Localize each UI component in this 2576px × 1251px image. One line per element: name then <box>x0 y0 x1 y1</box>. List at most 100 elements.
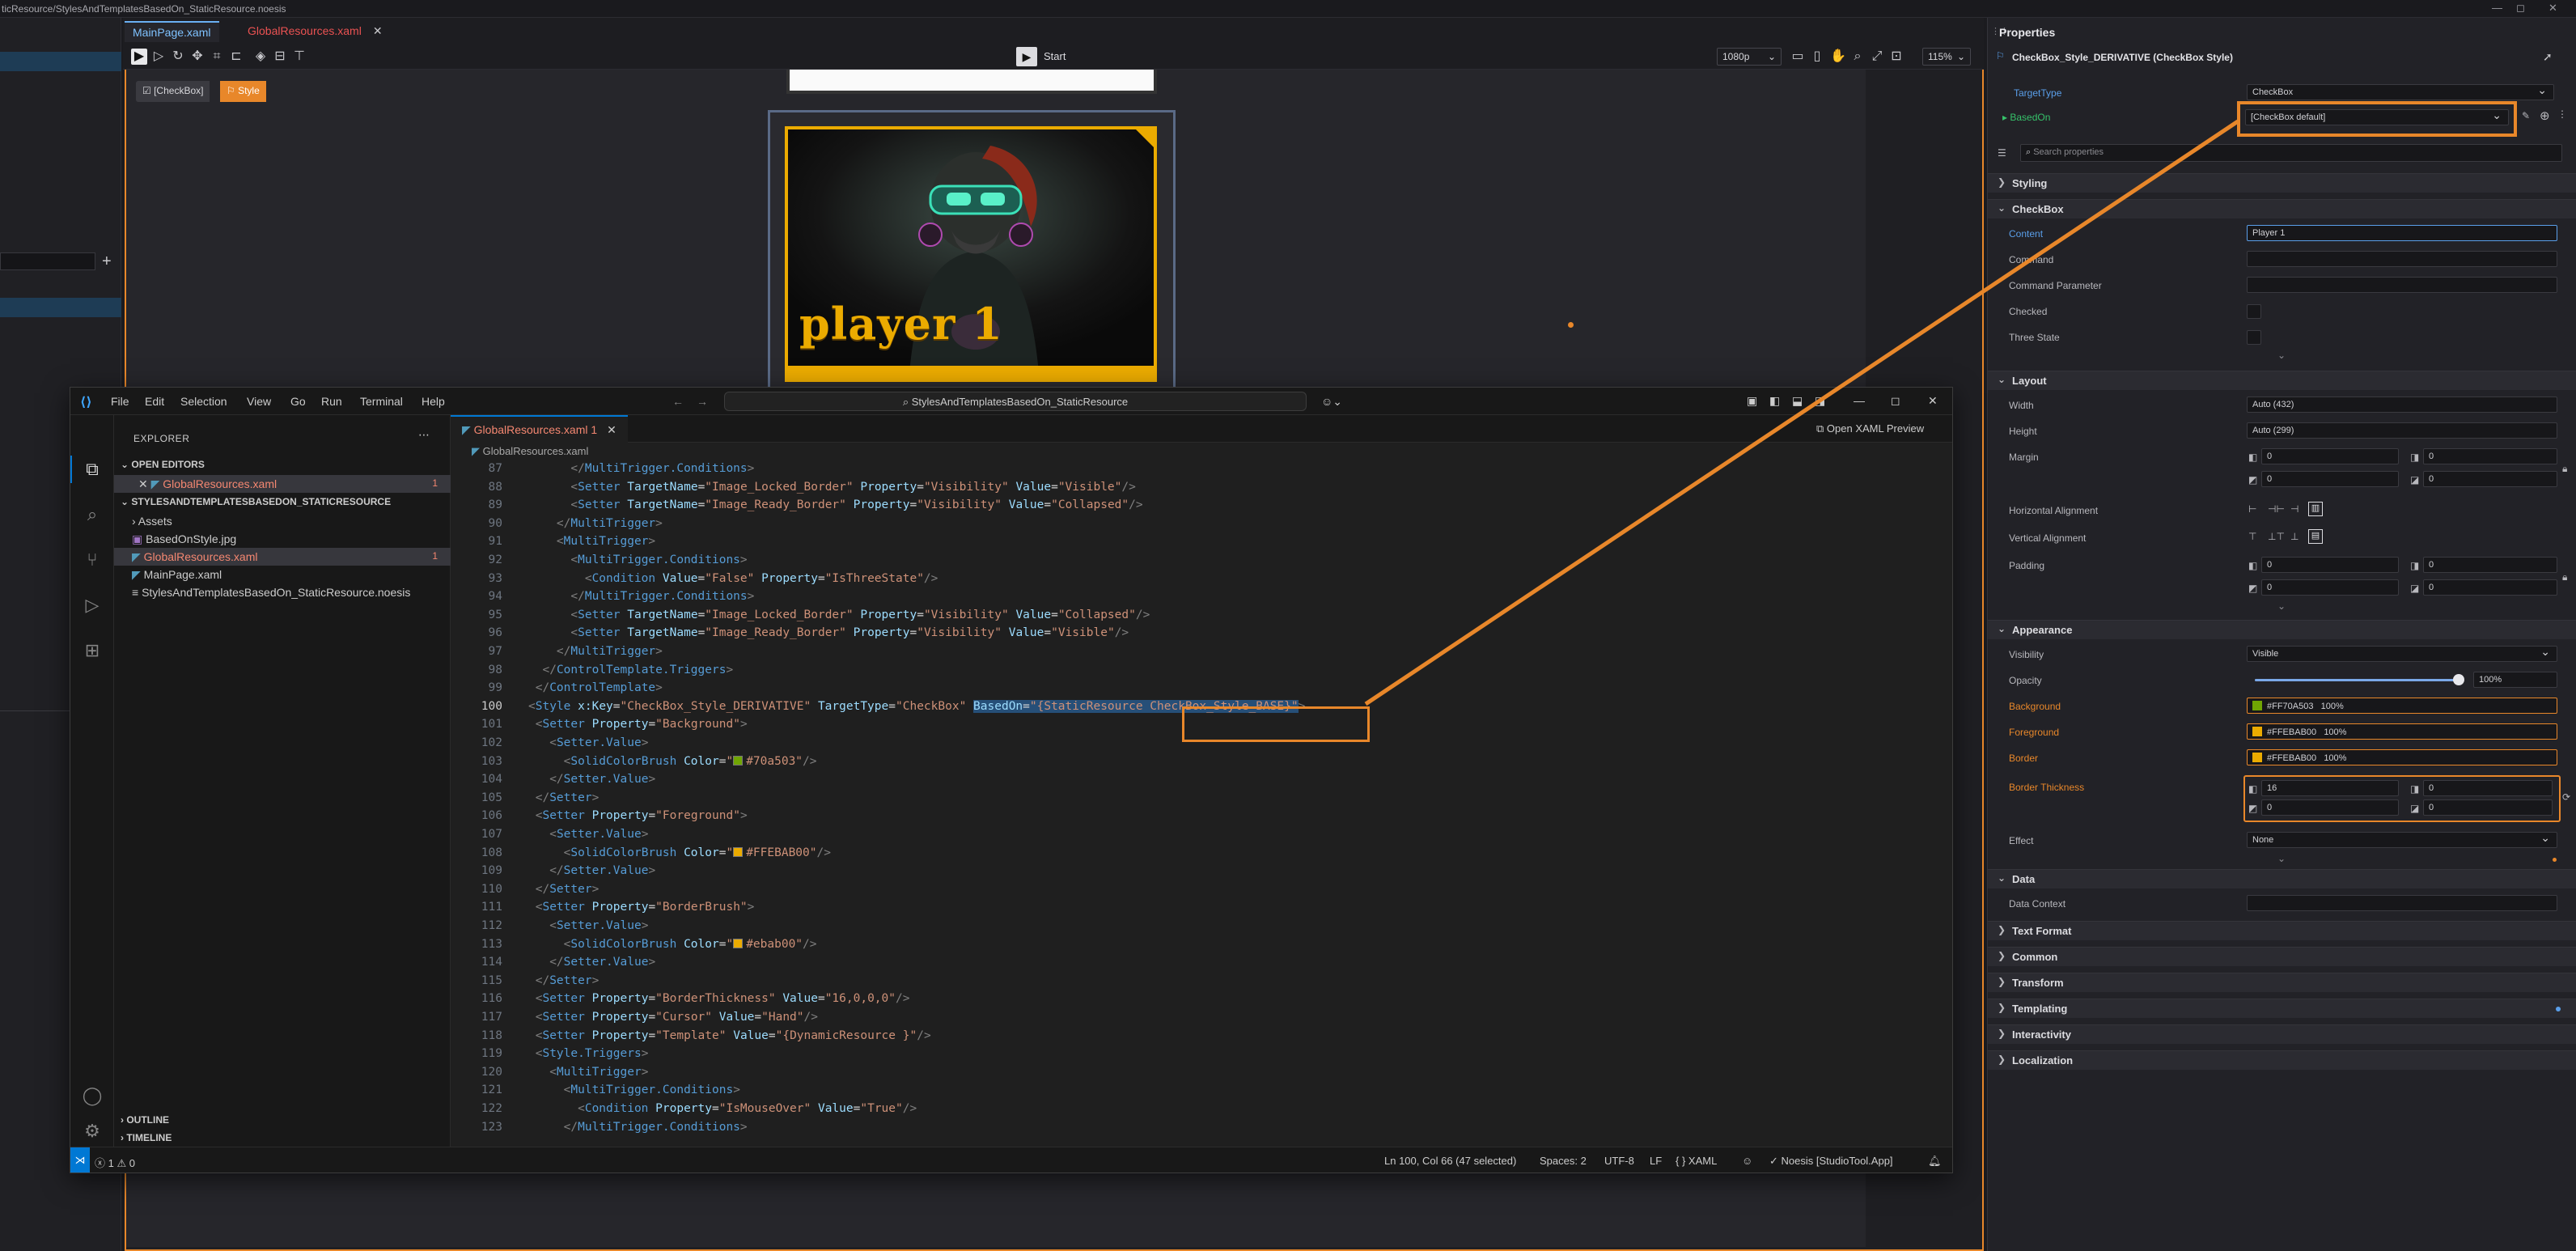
align-bottom-icon[interactable]: ⊥ <box>2290 531 2298 542</box>
code-line[interactable]: <Condition Property="IsMouseOver" Value=… <box>528 1102 917 1115</box>
margin-left-input[interactable]: 0 <box>2261 448 2399 464</box>
encoding[interactable]: UTF-8 <box>1604 1155 1634 1167</box>
maximize-icon[interactable]: ◻ <box>2516 2 2525 15</box>
link-icon[interactable]: ⟳ <box>2562 791 2570 803</box>
code-line[interactable]: <SolidColorBrush Color=" #70a503"/> <box>528 755 817 768</box>
padding-right-input[interactable]: 0 <box>2261 579 2399 596</box>
source-control-icon[interactable]: ⑂ <box>82 549 103 570</box>
code-line[interactable]: </Setter> <box>528 883 600 896</box>
minimize-icon[interactable]: — <box>1854 394 1865 407</box>
code-editor[interactable]: 87 </MultiTrigger.Conditions> 88 <Setter … <box>451 460 1952 1147</box>
code-line[interactable]: <Setter Property="BorderBrush"> <box>528 901 755 914</box>
section-styling[interactable]: ❯ Styling <box>1988 173 2576 193</box>
align-left-icon[interactable]: ⊢ <box>2248 503 2256 515</box>
opacity-slider-track[interactable] <box>2255 679 2459 681</box>
visibility-select[interactable]: Visible <box>2247 646 2557 662</box>
indentation[interactable]: Spaces: 2 <box>1540 1155 1587 1167</box>
zoom-select[interactable]: 115% ⌄ <box>1922 48 1971 66</box>
tree-item-assets[interactable]: › Assets <box>114 512 451 530</box>
outline-section[interactable]: › OUTLINE <box>121 1114 169 1126</box>
close-icon[interactable]: ✕ <box>2548 2 2557 15</box>
go-to-source-icon[interactable]: ➚ <box>2543 50 2553 64</box>
code-line[interactable]: <MultiTrigger.Conditions> <box>528 1083 740 1096</box>
based-on-select[interactable]: [CheckBox default] <box>2245 109 2509 125</box>
menu-go[interactable]: Go <box>290 395 306 408</box>
code-line[interactable]: <Setter TargetName="Image_Ready_Border" … <box>528 626 1129 639</box>
maximize-icon[interactable]: ◻ <box>1891 394 1900 408</box>
brush-icon[interactable]: ✎ <box>2522 110 2530 121</box>
timeline-section[interactable]: › TIMELINE <box>121 1132 172 1143</box>
code-line[interactable]: <MultiTrigger> <box>528 1066 648 1079</box>
remote-indicator-icon[interactable]: ⋊ <box>70 1147 90 1173</box>
section-templating[interactable]: ❯ Templating <box>1988 999 2576 1018</box>
end-of-line[interactable]: LF <box>1650 1155 1662 1167</box>
code-line[interactable]: <Setter Property="Foreground"> <box>528 809 748 822</box>
move-tool-icon[interactable]: ✥ <box>189 49 205 65</box>
open-editors-section[interactable]: ⌄ OPEN EDITORS <box>121 459 205 470</box>
code-line[interactable]: </MultiTrigger.Conditions> <box>528 462 754 475</box>
tree-item-noesis-project[interactable]: ≡ StylesAndTemplatesBasedOn_StaticResour… <box>114 583 451 601</box>
effect-select[interactable]: None <box>2247 832 2557 848</box>
code-line[interactable]: <Setter TargetName="Image_Locked_Border"… <box>528 481 1135 494</box>
breadcrumb-style[interactable]: ⚐ Style <box>220 81 266 102</box>
crop-tool-icon[interactable]: ⌗ <box>209 49 225 65</box>
menu-terminal[interactable]: Terminal <box>360 395 403 408</box>
search-icon[interactable]: ⌕ <box>82 504 103 525</box>
tab-globalresources[interactable]: GlobalResources.xaml ✕ <box>239 21 391 42</box>
expand-more-icon[interactable]: ⌄ <box>2277 350 2286 361</box>
data-context-input[interactable] <box>2247 895 2557 911</box>
code-line[interactable]: <Setter TargetName="Image_Locked_Border"… <box>528 609 1150 621</box>
menu-help[interactable]: Help <box>422 395 445 408</box>
open-xaml-preview-button[interactable]: ⧉ Open XAML Preview <box>1816 422 1924 435</box>
rotate-tool-icon[interactable]: ↻ <box>170 49 186 65</box>
code-line[interactable]: <SolidColorBrush Color=" #FFEBAB00"/> <box>528 846 831 859</box>
code-line[interactable]: </Setter> <box>528 974 600 987</box>
background-brush-field[interactable]: #FF70A503 100% <box>2247 698 2557 714</box>
code-line[interactable]: <Setter.Value> <box>528 736 648 749</box>
align-vstretch-icon[interactable]: ▤ <box>2308 529 2323 544</box>
code-line[interactable]: </MultiTrigger.Conditions> <box>528 590 754 603</box>
command-center[interactable]: ⌕ StylesAndTemplatesBasedOn_StaticResour… <box>724 392 1307 411</box>
align-right-icon[interactable]: ⊣ <box>2290 503 2298 515</box>
direct-select-icon[interactable]: ▷ <box>150 49 167 65</box>
breadcrumb-checkbox[interactable]: ☑ [CheckBox] <box>136 81 210 102</box>
close-icon[interactable]: ✕ <box>138 477 151 490</box>
settings-gear-icon[interactable]: ⚙ <box>82 1121 103 1142</box>
tab-globalresources[interactable]: ◤ GlobalResources.xaml 1 ✕ <box>451 415 628 443</box>
padding-left-input[interactable]: 0 <box>2261 557 2399 573</box>
command-input[interactable] <box>2247 251 2557 267</box>
left-dock-selected-row[interactable] <box>0 298 121 317</box>
thickness-top-input[interactable]: 0 <box>2423 780 2553 796</box>
toggle-secondary-icon[interactable]: ◨ <box>1815 394 1825 408</box>
problems-indicator[interactable]: ⓧ 1 ⚠ 0 <box>95 1155 135 1170</box>
expand-more-icon[interactable]: ⌄ <box>2277 853 2286 864</box>
code-line[interactable]: </MultiTrigger> <box>528 645 663 658</box>
nav-forward-icon[interactable]: → <box>697 395 708 408</box>
play-icon[interactable]: ▶ <box>1016 47 1037 66</box>
explorer-icon[interactable]: ⧉ <box>82 459 103 480</box>
code-line[interactable]: <Setter Property="Background"> <box>528 718 748 731</box>
noesis-extension-status[interactable]: ✓ Noesis [StudioTool.App] <box>1769 1155 1893 1168</box>
command-parameter-input[interactable] <box>2247 277 2557 293</box>
snap-tool-icon[interactable]: ⊤ <box>291 49 307 65</box>
margin-bottom-input[interactable]: 0 <box>2423 471 2557 487</box>
align-stretch-icon[interactable]: ▥ <box>2308 502 2323 516</box>
expand-more-icon[interactable]: ⌄ <box>2277 600 2286 612</box>
close-tab-icon[interactable]: ✕ <box>373 24 383 37</box>
run-debug-icon[interactable]: ▷ <box>82 595 103 616</box>
toggle-panel-icon[interactable]: ⬓ <box>1792 394 1803 408</box>
start-button[interactable]: Start <box>1044 50 1066 62</box>
height-input[interactable]: Auto (299) <box>2247 422 2557 439</box>
code-line[interactable]: <Setter Property="Cursor" Value="Hand"/> <box>528 1011 818 1024</box>
add-resource-icon[interactable]: ⊕ <box>2540 108 2550 123</box>
project-section[interactable]: ⌄ STYLESANDTEMPLATESBASEDON_STATICRESOUR… <box>121 496 391 507</box>
account-icon[interactable]: ◯ <box>82 1085 103 1106</box>
padding-top-input[interactable]: 0 <box>2423 557 2557 573</box>
section-common[interactable]: ❯ Common <box>1988 947 2576 966</box>
target-type-select[interactable]: CheckBox <box>2247 84 2554 100</box>
nav-back-icon[interactable]: ← <box>672 395 684 408</box>
language-mode[interactable]: { } XAML <box>1676 1155 1717 1167</box>
code-line[interactable]: <Style.Triggers> <box>528 1047 649 1060</box>
code-line[interactable]: </MultiTrigger> <box>528 517 663 530</box>
hand-tool-icon[interactable]: ✋ <box>1830 49 1846 65</box>
